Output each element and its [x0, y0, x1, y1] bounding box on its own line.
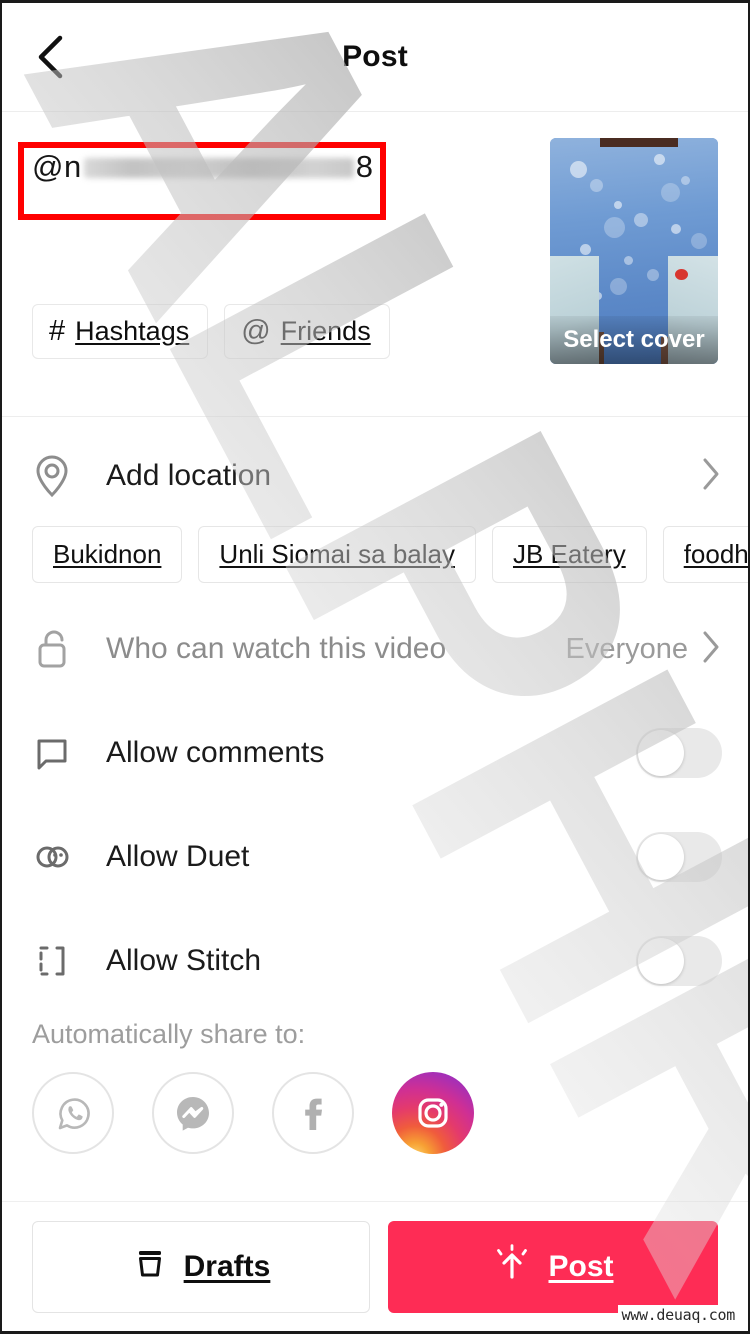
privacy-row[interactable]: Who can watch this video Everyone [2, 597, 748, 701]
caption-prefix: @n [32, 149, 82, 184]
archive-box-icon [132, 1246, 168, 1287]
bokeh-dot [623, 255, 633, 265]
hashtags-button[interactable]: # Hashtags [32, 304, 209, 359]
privacy-label: Who can watch this video [106, 632, 447, 665]
add-location-label: Add location [106, 459, 272, 492]
location-suggestions[interactable]: Bukidnon Unli Siomai sa balay JB Eatery … [2, 523, 748, 585]
messenger-icon[interactable] [152, 1072, 234, 1154]
select-cover-label: Select cover [550, 316, 718, 364]
unlock-icon [32, 626, 84, 672]
drafts-label: Drafts [183, 1249, 271, 1283]
page-title: Post [342, 40, 408, 73]
location-chip[interactable]: Bukidnon [32, 525, 183, 583]
map-pin-icon [32, 453, 84, 499]
toggle-knob [638, 834, 684, 880]
chevron-left-icon [38, 35, 63, 79]
bokeh-dot [670, 223, 681, 234]
back-button[interactable] [24, 30, 78, 84]
bokeh-dot [634, 212, 648, 227]
location-chip[interactable]: foodhouz [662, 525, 748, 583]
allow-comments-toggle[interactable] [636, 728, 722, 778]
caption-tag-buttons: # Hashtags @ Friends [32, 304, 390, 359]
caption-section: @n 8 Select cover # Hashtags @ Friends [2, 112, 748, 417]
privacy-value: Everyone [565, 632, 688, 665]
bokeh-dot [691, 232, 708, 249]
friends-label: Friends [280, 316, 371, 346]
bokeh-dot [590, 178, 604, 192]
allow-comments-label: Allow comments [106, 736, 325, 769]
bokeh-dot [570, 160, 588, 178]
drafts-button[interactable]: Drafts [32, 1220, 370, 1313]
bokeh-dot [660, 183, 680, 203]
allow-stitch-toggle[interactable] [636, 936, 722, 986]
location-chip[interactable]: JB Eatery [491, 525, 647, 583]
add-location-row[interactable]: Add location [2, 417, 748, 535]
comment-bubble-icon [32, 730, 84, 776]
allow-duet-row[interactable]: Allow Duet [2, 805, 748, 909]
at-mention-icon: @ [241, 315, 271, 347]
stitch-icon [32, 938, 84, 984]
share-targets [2, 1050, 748, 1154]
caption-redaction-blur [83, 158, 354, 178]
allow-comments-row[interactable]: Allow comments [2, 701, 748, 805]
bokeh-dot [654, 153, 666, 165]
app-header: Post [2, 3, 748, 112]
toggle-knob [638, 938, 684, 984]
post-label: Post [548, 1249, 614, 1283]
bokeh-dot [603, 217, 625, 239]
whatsapp-icon[interactable] [32, 1072, 114, 1154]
duet-icon [32, 834, 84, 880]
allow-stitch-label: Allow Stitch [106, 944, 262, 977]
instagram-icon[interactable] [392, 1072, 474, 1154]
hashtag-icon: # [49, 315, 66, 347]
select-cover-thumbnail[interactable]: Select cover [550, 138, 718, 364]
caption-suffix: 8 [355, 149, 374, 184]
chevron-right-icon [700, 456, 722, 497]
hashtags-label: Hashtags [75, 316, 190, 346]
toggle-knob [638, 730, 684, 776]
phone-screen: Post @n 8 Select cover # Hashtags @ Frie… [0, 0, 750, 1334]
allow-duet-toggle[interactable] [636, 832, 722, 882]
allow-duet-label: Allow Duet [106, 840, 250, 873]
allow-stitch-row[interactable]: Allow Stitch [2, 909, 748, 1013]
post-button[interactable]: Post [388, 1220, 718, 1313]
location-chip[interactable]: Unli Siomai sa balay [198, 525, 476, 583]
share-section-title: Automatically share to: [32, 1019, 306, 1049]
facebook-icon[interactable] [272, 1072, 354, 1154]
settings-list: Add location Bukidnon Unli Siomai sa bal… [2, 417, 748, 1154]
site-watermark: www.deuaq.com [618, 1305, 738, 1325]
friends-button[interactable]: @ Friends [224, 304, 390, 359]
upload-burst-icon [492, 1243, 532, 1290]
chevron-right-icon [700, 629, 722, 670]
cover-top-strip [600, 138, 678, 147]
